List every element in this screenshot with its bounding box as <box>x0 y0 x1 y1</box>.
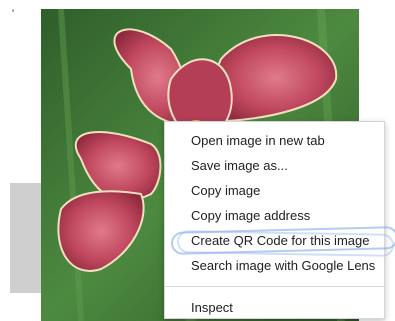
menu-item-label: Create QR Code for this image <box>191 233 370 248</box>
menu-separator <box>165 286 384 287</box>
menu-item-create-qr-code[interactable]: Create QR Code for this image <box>165 228 384 253</box>
menu-item-search-google-lens[interactable]: Search image with Google Lens <box>165 253 384 278</box>
menu-item-save-image-as[interactable]: Save image as... <box>165 153 384 178</box>
gray-placeholder <box>10 183 44 293</box>
menu-item-label: Search image with Google Lens <box>191 258 376 273</box>
menu-item-inspect[interactable]: Inspect <box>165 295 384 320</box>
context-menu: Open image in new tab Save image as... C… <box>164 121 385 319</box>
menu-item-copy-image-address[interactable]: Copy image address <box>165 203 384 228</box>
menu-item-label: Inspect <box>191 300 233 315</box>
menu-item-label: Copy image address <box>191 208 311 223</box>
menu-item-label: Save image as... <box>191 158 288 173</box>
menu-item-copy-image[interactable]: Copy image <box>165 178 384 203</box>
menu-item-label: Open image in new tab <box>191 133 325 148</box>
page: ' Open image in new tab Save image as...… <box>0 0 395 321</box>
menu-item-label: Copy image <box>191 183 261 198</box>
stray-mark: ' <box>12 8 15 20</box>
menu-item-open-in-new-tab[interactable]: Open image in new tab <box>165 128 384 153</box>
